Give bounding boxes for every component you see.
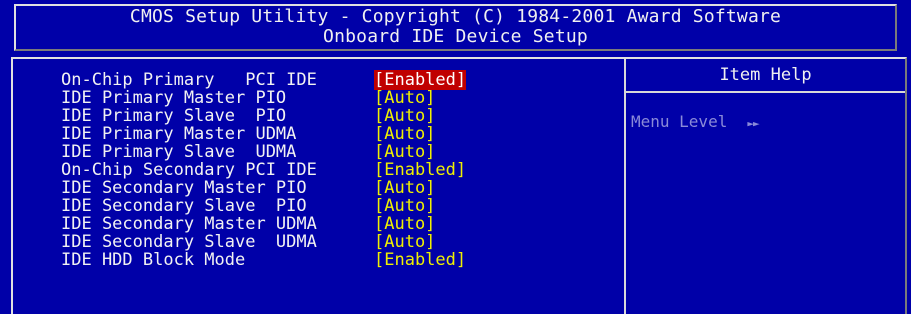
header-box: CMOS Setup Utility - Copyright (C) 1984-…	[14, 4, 897, 51]
setting-ide-secondary-slave-pio[interactable]: IDE Secondary Slave PIO [Auto]	[61, 197, 466, 215]
setting-value[interactable]: [Auto]	[374, 125, 435, 143]
setting-value[interactable]: [Enabled]	[374, 251, 466, 269]
setting-label: IDE Primary Master PIO	[61, 88, 287, 108]
setting-value[interactable]: [Auto]	[374, 215, 435, 233]
setting-value[interactable]: [Auto]	[374, 197, 435, 215]
main-panel: On-Chip Primary PCI IDE [Enabled] IDE Pr…	[11, 57, 907, 314]
settings-list: On-Chip Primary PCI IDE [Enabled] IDE Pr…	[61, 70, 467, 269]
setting-value[interactable]: [Auto]	[374, 89, 435, 107]
setting-value[interactable]: [Auto]	[374, 143, 435, 161]
setting-ide-primary-slave-pio[interactable]: IDE Primary Slave PIO [Auto]	[61, 107, 466, 125]
setting-ide-hdd-block-mode[interactable]: IDE HDD Block Mode [Enabled]	[61, 251, 466, 269]
setting-ide-primary-master-udma[interactable]: IDE Primary Master UDMA [Auto]	[61, 125, 466, 143]
setting-value[interactable]: [Auto]	[374, 107, 435, 125]
utility-title: CMOS Setup Utility - Copyright (C) 1984-…	[129, 6, 782, 27]
menu-level-arrows-icon: ►►	[747, 117, 759, 130]
setting-label: IDE Secondary Slave PIO	[61, 196, 307, 216]
menu-level-label: Menu Level	[631, 112, 728, 131]
setting-ide-secondary-master-udma[interactable]: IDE Secondary Master UDMA [Auto]	[61, 215, 466, 233]
setting-label: IDE Secondary Master UDMA	[61, 214, 317, 234]
setting-ide-primary-master-pio[interactable]: IDE Primary Master PIO [Auto]	[61, 89, 466, 107]
setting-label: On-Chip Secondary PCI IDE	[61, 160, 317, 180]
setting-label: IDE Secondary Slave UDMA	[61, 232, 317, 252]
setting-label: IDE Primary Slave PIO	[61, 106, 287, 126]
setting-label: On-Chip Primary PCI IDE	[61, 70, 317, 90]
setting-ide-primary-slave-udma[interactable]: IDE Primary Slave UDMA [Auto]	[61, 143, 466, 161]
setting-onchip-primary-pci-ide[interactable]: On-Chip Primary PCI IDE [Enabled]	[61, 70, 467, 90]
setting-ide-secondary-slave-udma[interactable]: IDE Secondary Slave UDMA [Auto]	[61, 233, 466, 251]
setting-ide-secondary-master-pio[interactable]: IDE Secondary Master PIO [Auto]	[61, 179, 466, 197]
item-help-title: Item Help	[626, 59, 905, 93]
setting-value[interactable]: [Enabled]	[374, 161, 466, 179]
panel-divider	[624, 59, 626, 314]
setting-label: IDE HDD Block Mode	[61, 250, 246, 270]
setting-label: IDE Primary Slave UDMA	[61, 142, 297, 162]
setting-label: IDE Secondary Master PIO	[61, 178, 307, 198]
setting-label: IDE Primary Master UDMA	[61, 124, 297, 144]
setting-value[interactable]: [Auto]	[374, 233, 435, 251]
setting-value-selected[interactable]: [Enabled]	[374, 70, 467, 90]
setting-onchip-secondary-pci-ide[interactable]: On-Chip Secondary PCI IDE [Enabled]	[61, 161, 466, 179]
item-help-content: Menu Level ►►	[631, 112, 760, 131]
bios-screen: CMOS Setup Utility - Copyright (C) 1984-…	[0, 0, 911, 314]
setting-value[interactable]: [Auto]	[374, 179, 435, 197]
page-title: Onboard IDE Device Setup	[323, 26, 588, 47]
